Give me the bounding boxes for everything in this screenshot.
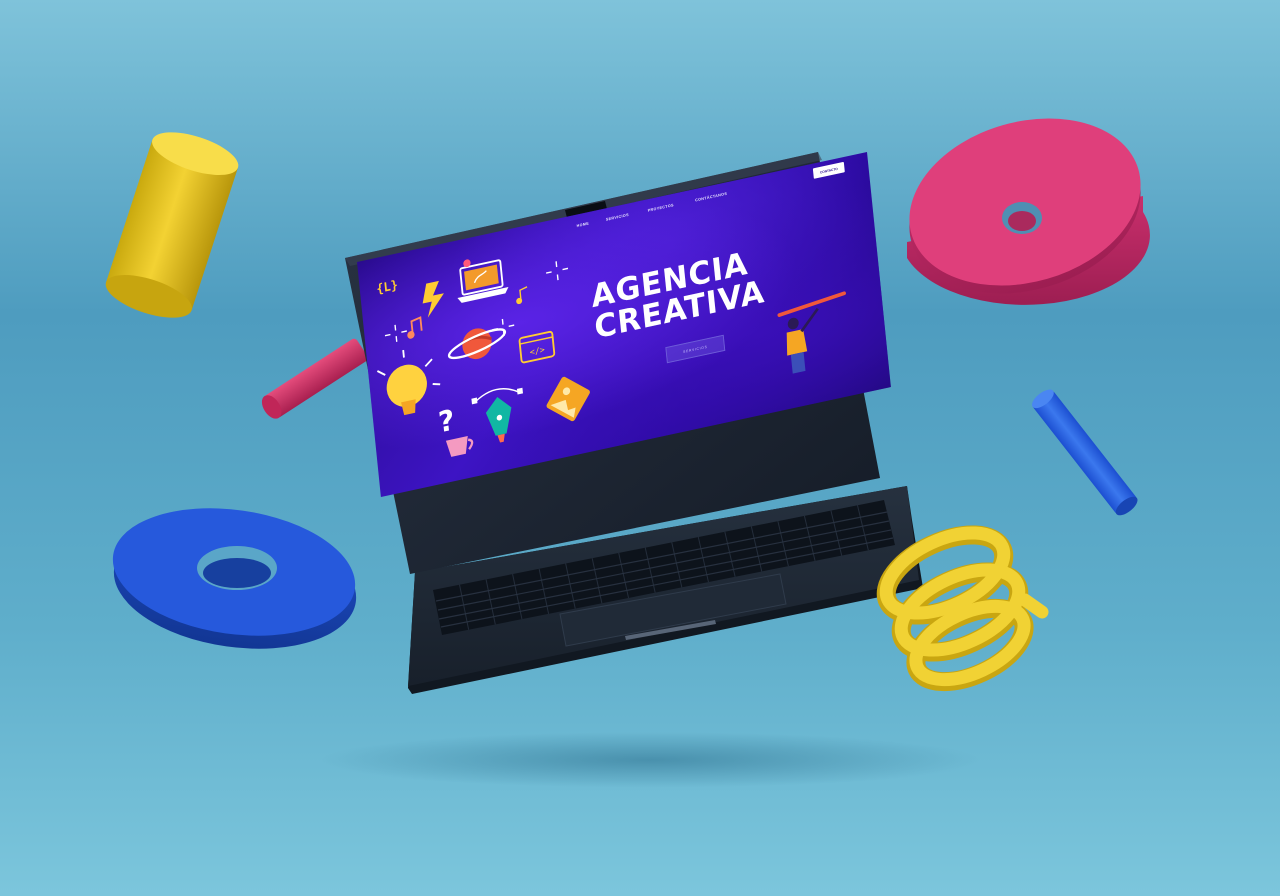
code-icon: </> — [518, 330, 556, 364]
laptop-shadow — [320, 732, 980, 788]
planet-icon — [447, 328, 507, 360]
laptop-heart-icon — [457, 259, 509, 303]
scene — [0, 0, 1280, 896]
music-note-icon — [407, 316, 423, 339]
lightbulb-icon — [376, 349, 441, 416]
coffee-cup-icon — [445, 436, 474, 457]
painter-figure — [777, 291, 846, 374]
svg-text:</>: </> — [529, 344, 545, 357]
lightning-icon — [422, 280, 444, 318]
image-icon — [546, 376, 590, 422]
music-note-icon-2 — [516, 286, 528, 305]
svg-text:?: ? — [437, 403, 456, 439]
pen-tool-icon — [471, 387, 523, 443]
question-icon: ? — [437, 403, 456, 439]
